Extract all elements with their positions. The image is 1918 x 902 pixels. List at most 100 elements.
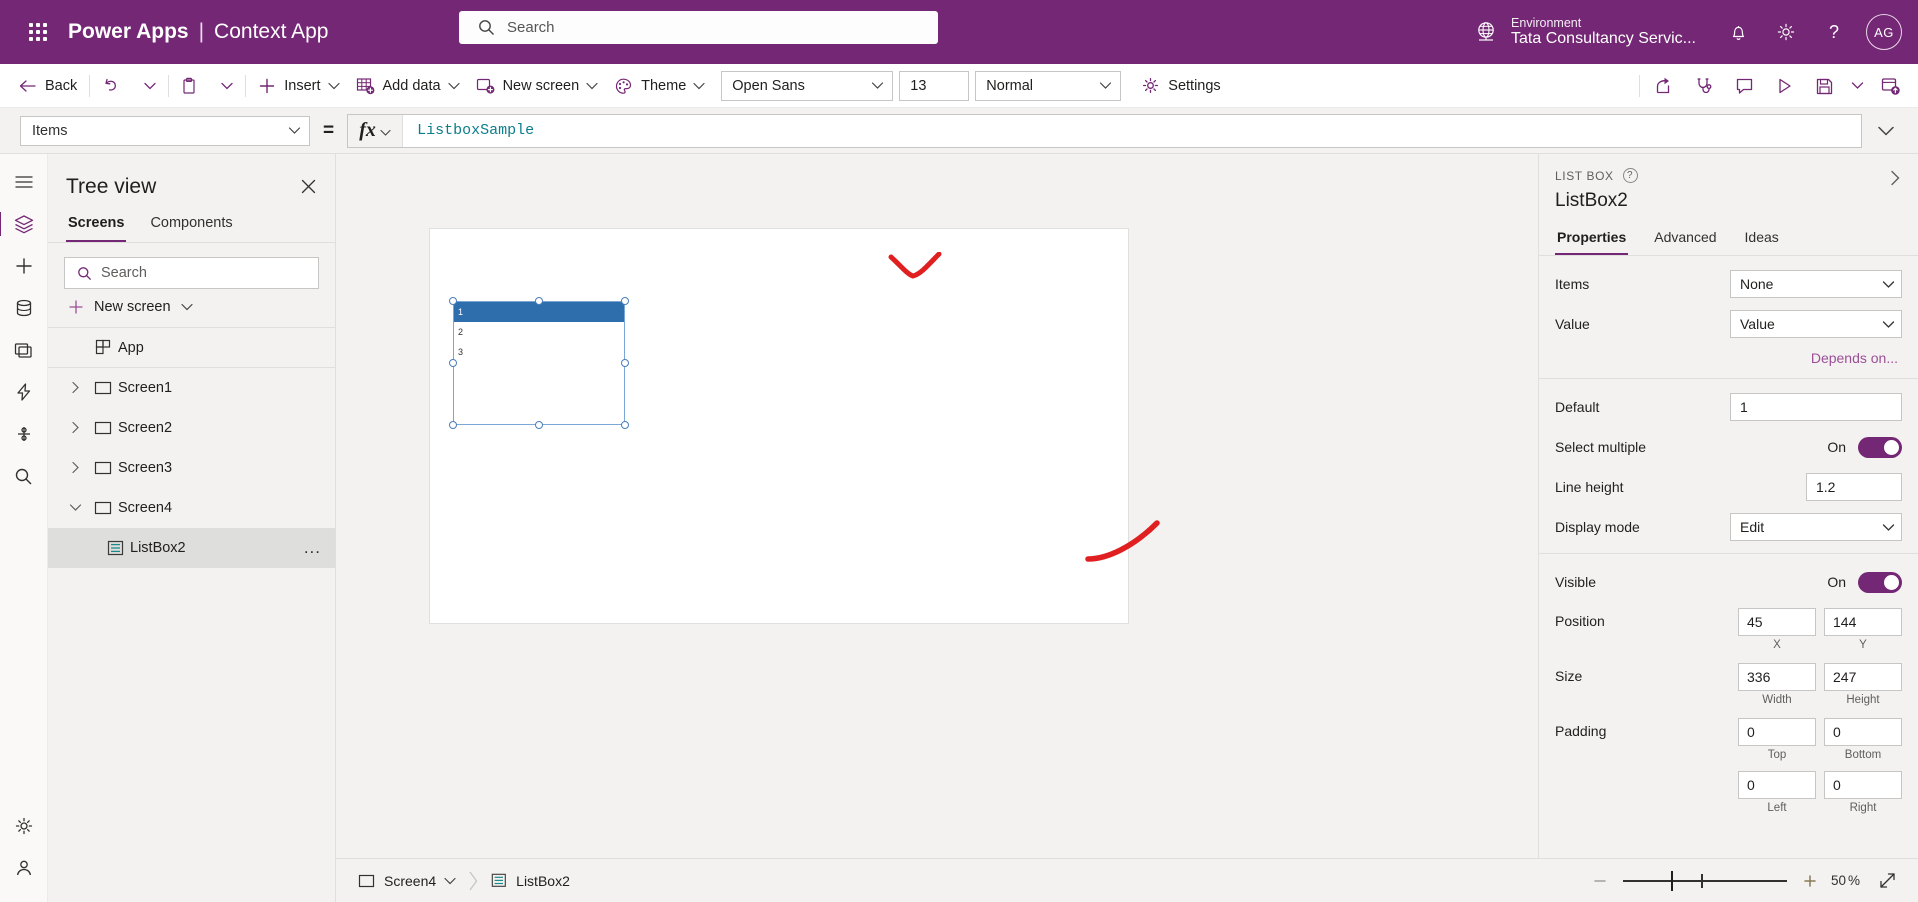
position-x-input[interactable]: 45: [1738, 608, 1816, 636]
new-screen-button[interactable]: New screen: [468, 70, 607, 102]
items-select[interactable]: None: [1730, 270, 1902, 298]
value-select[interactable]: Value: [1730, 310, 1902, 338]
close-icon[interactable]: [296, 174, 321, 199]
gear-icon[interactable]: [1762, 0, 1810, 64]
question-mark-circle-icon[interactable]: ?: [1622, 168, 1638, 183]
media-icon[interactable]: [2, 330, 46, 370]
insert-plus-icon[interactable]: [2, 246, 46, 286]
resize-handle-s[interactable]: [535, 421, 543, 429]
publish-icon[interactable]: [1870, 69, 1910, 103]
formula-input[interactable]: ListboxSample: [403, 115, 1861, 147]
formula-input-wrapper[interactable]: fx ListboxSample: [347, 113, 1862, 148]
tree-item-screen2[interactable]: Screen2: [48, 408, 335, 448]
tab-advanced[interactable]: Advanced: [1652, 224, 1718, 255]
settings-gear-icon[interactable]: [2, 806, 46, 846]
app-launcher-icon[interactable]: [14, 23, 62, 41]
search-icon[interactable]: [2, 456, 46, 496]
bell-icon[interactable]: [1714, 0, 1762, 64]
chevron-right-icon[interactable]: [62, 421, 88, 434]
depends-on-link[interactable]: Depends on...: [1555, 350, 1902, 366]
save-dropdown[interactable]: [1844, 69, 1870, 103]
listbox-option[interactable]: 1: [454, 302, 624, 322]
breadcrumb-control[interactable]: ListBox2: [485, 869, 576, 893]
padding-bottom-input[interactable]: 0: [1824, 718, 1902, 746]
global-search[interactable]: [459, 11, 938, 44]
resize-handle-nw[interactable]: [449, 297, 457, 305]
tree-item-screen3[interactable]: Screen3: [48, 448, 335, 488]
share-icon[interactable]: [1644, 69, 1684, 103]
theme-button[interactable]: Theme: [606, 70, 713, 102]
new-screen-row[interactable]: New screen: [48, 289, 335, 328]
resize-handle-se[interactable]: [621, 421, 629, 429]
formula-expand-button[interactable]: [1862, 125, 1910, 137]
undo-dropdown[interactable]: [136, 70, 164, 102]
tree-item-screen4[interactable]: Screen4: [48, 488, 335, 528]
listbox-control[interactable]: 1 2 3: [453, 301, 625, 425]
resize-handle-w[interactable]: [449, 359, 457, 367]
tree-search[interactable]: [64, 257, 319, 289]
undo-button[interactable]: [94, 70, 136, 102]
plus-icon[interactable]: [1797, 868, 1823, 894]
font-family-select[interactable]: Open Sans: [721, 70, 894, 101]
line-height-input[interactable]: 1.2: [1806, 473, 1902, 501]
visible-toggle[interactable]: [1858, 571, 1902, 593]
listbox-selection-wrapper[interactable]: 1 2 3: [449, 297, 629, 429]
size-width-input[interactable]: 336: [1738, 663, 1816, 691]
tab-components[interactable]: Components: [148, 209, 234, 242]
tree-search-input[interactable]: [101, 265, 310, 281]
fit-to-screen-diagonal-icon[interactable]: [1872, 867, 1902, 895]
data-cylinder-icon[interactable]: [2, 288, 46, 328]
zoom-slider-thumb[interactable]: [1670, 870, 1673, 891]
app-checker-stethoscope-icon[interactable]: [1684, 69, 1724, 103]
chevron-right-icon[interactable]: [1885, 164, 1906, 192]
size-height-input[interactable]: 247: [1824, 663, 1902, 691]
fx-icon[interactable]: fx: [348, 114, 404, 147]
question-mark-icon[interactable]: ?: [1810, 0, 1858, 64]
resize-handle-n[interactable]: [535, 297, 543, 305]
power-automate-icon[interactable]: [2, 372, 46, 412]
default-input[interactable]: 1: [1730, 393, 1902, 421]
resize-handle-e[interactable]: [621, 359, 629, 367]
paste-dropdown[interactable]: [213, 70, 241, 102]
chevron-right-icon[interactable]: [62, 381, 88, 394]
zoom-slider[interactable]: [1622, 869, 1787, 893]
padding-left-input[interactable]: 0: [1738, 771, 1816, 799]
avatar[interactable]: AG: [1866, 14, 1902, 50]
environment-picker[interactable]: Environment Tata Consultancy Servic...: [1473, 16, 1696, 49]
comment-icon[interactable]: [1724, 69, 1764, 103]
tab-screens[interactable]: Screens: [66, 209, 127, 242]
account-person-icon[interactable]: [2, 848, 46, 888]
insert-button[interactable]: Insert: [250, 70, 347, 102]
chevron-right-icon[interactable]: [62, 461, 88, 474]
property-select[interactable]: Items: [20, 115, 310, 146]
add-data-button[interactable]: Add data: [348, 70, 468, 102]
resize-handle-ne[interactable]: [621, 297, 629, 305]
tree-item-screen1[interactable]: Screen1: [48, 368, 335, 408]
listbox-option[interactable]: 2: [454, 322, 624, 342]
save-disk-icon[interactable]: [1804, 69, 1844, 103]
listbox-option[interactable]: 3: [454, 342, 624, 362]
paste-button[interactable]: [173, 70, 213, 102]
position-y-input[interactable]: 144: [1824, 608, 1902, 636]
font-size-input[interactable]: 13: [899, 70, 970, 101]
padding-top-input[interactable]: 0: [1738, 718, 1816, 746]
app-screen-canvas[interactable]: 1 2 3: [430, 229, 1160, 623]
play-triangle-icon[interactable]: [1764, 69, 1804, 103]
font-weight-select[interactable]: Normal: [975, 70, 1122, 101]
back-button[interactable]: Back: [10, 70, 85, 102]
variables-icon[interactable]: [2, 414, 46, 454]
display-mode-select[interactable]: Edit: [1730, 513, 1902, 541]
tree-item-app[interactable]: App: [48, 328, 335, 368]
hamburger-menu-icon[interactable]: [2, 162, 46, 202]
breadcrumb-screen[interactable]: Screen4: [352, 869, 462, 893]
padding-right-input[interactable]: 0: [1824, 771, 1902, 799]
tree-item-listbox2[interactable]: ListBox2 ...: [48, 528, 335, 568]
tree-view-layers-icon[interactable]: [0, 204, 46, 244]
search-input[interactable]: [507, 11, 938, 44]
resize-handle-sw[interactable]: [449, 421, 457, 429]
tab-ideas[interactable]: Ideas: [1743, 224, 1781, 255]
tab-properties[interactable]: Properties: [1555, 224, 1629, 255]
minus-icon[interactable]: [1587, 868, 1613, 894]
settings-button[interactable]: Settings: [1133, 70, 1228, 102]
chevron-down-icon[interactable]: [62, 503, 88, 512]
